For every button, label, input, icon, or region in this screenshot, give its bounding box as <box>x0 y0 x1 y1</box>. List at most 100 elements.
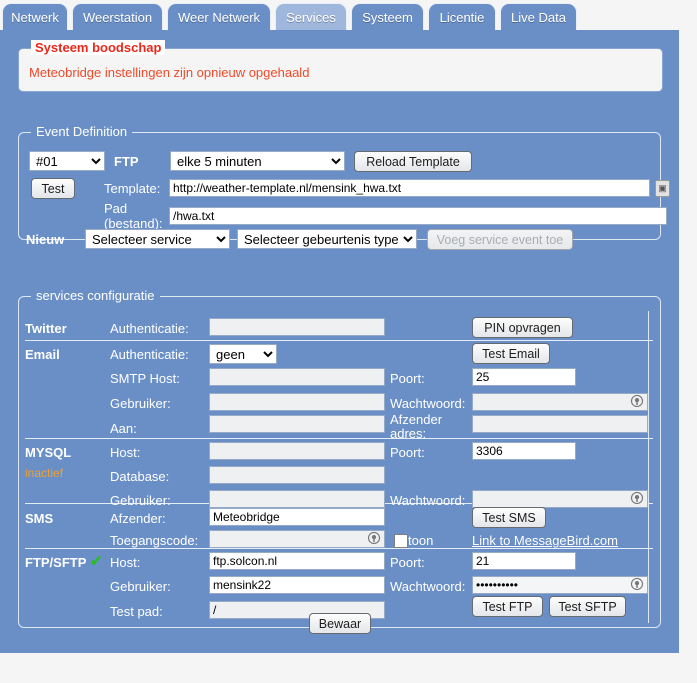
test-event-button[interactable]: Test <box>31 178 75 199</box>
ftp-user-label: Gebruiker: <box>110 579 171 594</box>
email-user-input[interactable] <box>209 393 385 411</box>
add-service-event-label: Voeg service event toe <box>437 233 563 247</box>
pin-opvragen-button[interactable]: PIN opvragen <box>472 317 573 338</box>
tab-weer-netwerk[interactable]: Weer Netwerk <box>167 3 271 30</box>
event-definition-legend: Event Definition <box>31 124 132 139</box>
mysql-password-label: Wachtwoord: <box>390 493 465 508</box>
tab-label: Netwerk <box>11 10 59 25</box>
service-name-mysql: MYSQL <box>25 445 71 460</box>
sms-code-input[interactable] <box>209 530 385 548</box>
new-service-select[interactable]: Selecteer service <box>85 229 230 249</box>
test-email-button[interactable]: Test Email <box>472 343 550 364</box>
email-from-label-line2: adres: <box>390 426 426 441</box>
test-ftp-button[interactable]: Test FTP <box>472 596 543 617</box>
email-password-input[interactable] <box>472 393 648 411</box>
sms-code-label: Toegangscode: <box>110 533 198 548</box>
ftp-port-label: Poort: <box>390 555 425 570</box>
service-name-twitter: Twitter <box>25 321 67 336</box>
mysql-database-input[interactable] <box>209 466 385 484</box>
system-message-box: Systeem boodschap Meteobridge instelling… <box>18 48 663 92</box>
service-name-sms: SMS <box>25 511 53 526</box>
email-password-label: Wachtwoord: <box>390 396 465 411</box>
save-button[interactable]: Bewaar <box>309 613 371 634</box>
email-to-label: Aan: <box>110 421 137 436</box>
mysql-host-input[interactable] <box>209 442 385 460</box>
tab-label: Systeem <box>362 10 413 25</box>
divider-sms-ftp <box>25 548 653 549</box>
path-input[interactable] <box>169 207 667 225</box>
tab-label: Services <box>286 10 336 25</box>
path-label-line1: Pad <box>104 201 127 216</box>
system-message-title: Systeem boodschap <box>31 40 165 55</box>
ftp-user-input[interactable] <box>209 576 385 594</box>
email-auth-select[interactable]: geen <box>209 344 277 364</box>
green-check-icon: ✔ <box>90 552 103 570</box>
reload-template-button[interactable]: Reload Template <box>354 151 472 172</box>
sms-show-code-checkbox[interactable] <box>394 534 408 548</box>
sms-sender-label: Afzender: <box>110 511 166 526</box>
pin-opvragen-label: PIN opvragen <box>484 321 560 335</box>
ftp-host-input[interactable] <box>209 552 385 570</box>
email-port-label: Poort: <box>390 371 425 386</box>
new-event-type-select[interactable]: Selecteer gebeurtenis type <box>237 229 417 249</box>
ftp-password-input[interactable] <box>472 576 648 594</box>
test-sms-label: Test SMS <box>482 511 536 525</box>
add-service-event-button[interactable]: Voeg service event toe <box>427 229 573 250</box>
divider-vertical-right <box>648 311 649 623</box>
mysql-user-label: Gebruiker: <box>110 493 171 508</box>
event-definition-section: Event Definition #01 FTP elke 5 minuten … <box>18 132 661 240</box>
test-ftp-label: Test FTP <box>482 600 532 614</box>
reveal-password-icon-mysql[interactable] <box>630 491 644 505</box>
sms-sender-input[interactable] <box>209 508 385 526</box>
mysql-port-input[interactable] <box>472 442 576 460</box>
services-configuration-legend: services configuratie <box>31 288 160 303</box>
page-root: Netwerk Weerstation Weer Netwerk Service… <box>0 0 697 683</box>
service-name-email: Email <box>25 347 60 362</box>
system-message-text: Meteobridge instellingen zijn opnieuw op… <box>29 65 309 80</box>
test-sms-button[interactable]: Test SMS <box>472 507 546 528</box>
event-interval-select[interactable]: elke 5 minuten <box>170 151 345 171</box>
tab-systeem[interactable]: Systeem <box>351 3 424 30</box>
tab-licentie[interactable]: Licentie <box>428 3 496 30</box>
reload-template-label: Reload Template <box>366 155 460 169</box>
save-button-label: Bewaar <box>319 617 361 631</box>
email-auth-label: Authenticatie: <box>110 347 189 362</box>
tab-weerstation[interactable]: Weerstation <box>72 3 163 30</box>
tab-label: Weerstation <box>83 10 152 25</box>
email-smtp-label: SMTP Host: <box>110 371 180 386</box>
mysql-status-inactive: inactief <box>25 466 63 480</box>
reveal-password-icon-email[interactable] <box>630 394 644 408</box>
mysql-host-label: Host: <box>110 445 140 460</box>
ftp-port-input[interactable] <box>472 552 576 570</box>
service-name-ftp: FTP/SFTP <box>25 555 86 570</box>
test-sftp-button[interactable]: Test SFTP <box>549 596 626 617</box>
form-autofill-icon[interactable]: ▣ <box>655 180 670 197</box>
mysql-database-label: Database: <box>110 469 169 484</box>
test-event-label: Test <box>42 182 65 196</box>
test-email-label: Test Email <box>482 347 540 361</box>
reveal-password-icon-sms[interactable] <box>367 531 381 545</box>
content-panel: Systeem boodschap Meteobridge instelling… <box>0 30 679 653</box>
reveal-password-icon-ftp[interactable] <box>630 577 644 591</box>
mysql-user-input[interactable] <box>209 490 385 508</box>
event-service-name: FTP <box>114 154 139 169</box>
email-smtp-input[interactable] <box>209 368 385 386</box>
tab-live-data[interactable]: Live Data <box>500 3 577 30</box>
tab-services[interactable]: Services <box>275 3 347 30</box>
template-input[interactable] <box>169 179 650 197</box>
email-from-input[interactable] <box>472 415 648 433</box>
ftp-testpath-label: Test pad: <box>110 604 163 619</box>
new-event-label: Nieuw <box>26 232 64 247</box>
twitter-auth-input[interactable] <box>209 318 385 336</box>
template-label: Template: <box>104 181 160 196</box>
email-to-input[interactable] <box>209 415 385 433</box>
event-number-select[interactable]: #01 <box>29 151 105 171</box>
email-from-label-line1: Afzender <box>390 412 442 427</box>
tab-bar: Netwerk Weerstation Weer Netwerk Service… <box>0 0 679 30</box>
ftp-password-label: Wachtwoord: <box>390 579 465 594</box>
tab-netwerk[interactable]: Netwerk <box>2 3 68 30</box>
email-port-input[interactable] <box>472 368 576 386</box>
email-user-label: Gebruiker: <box>110 396 171 411</box>
messagebird-link[interactable]: Link to MessageBird.com <box>472 533 618 548</box>
mysql-password-input[interactable] <box>472 490 648 508</box>
